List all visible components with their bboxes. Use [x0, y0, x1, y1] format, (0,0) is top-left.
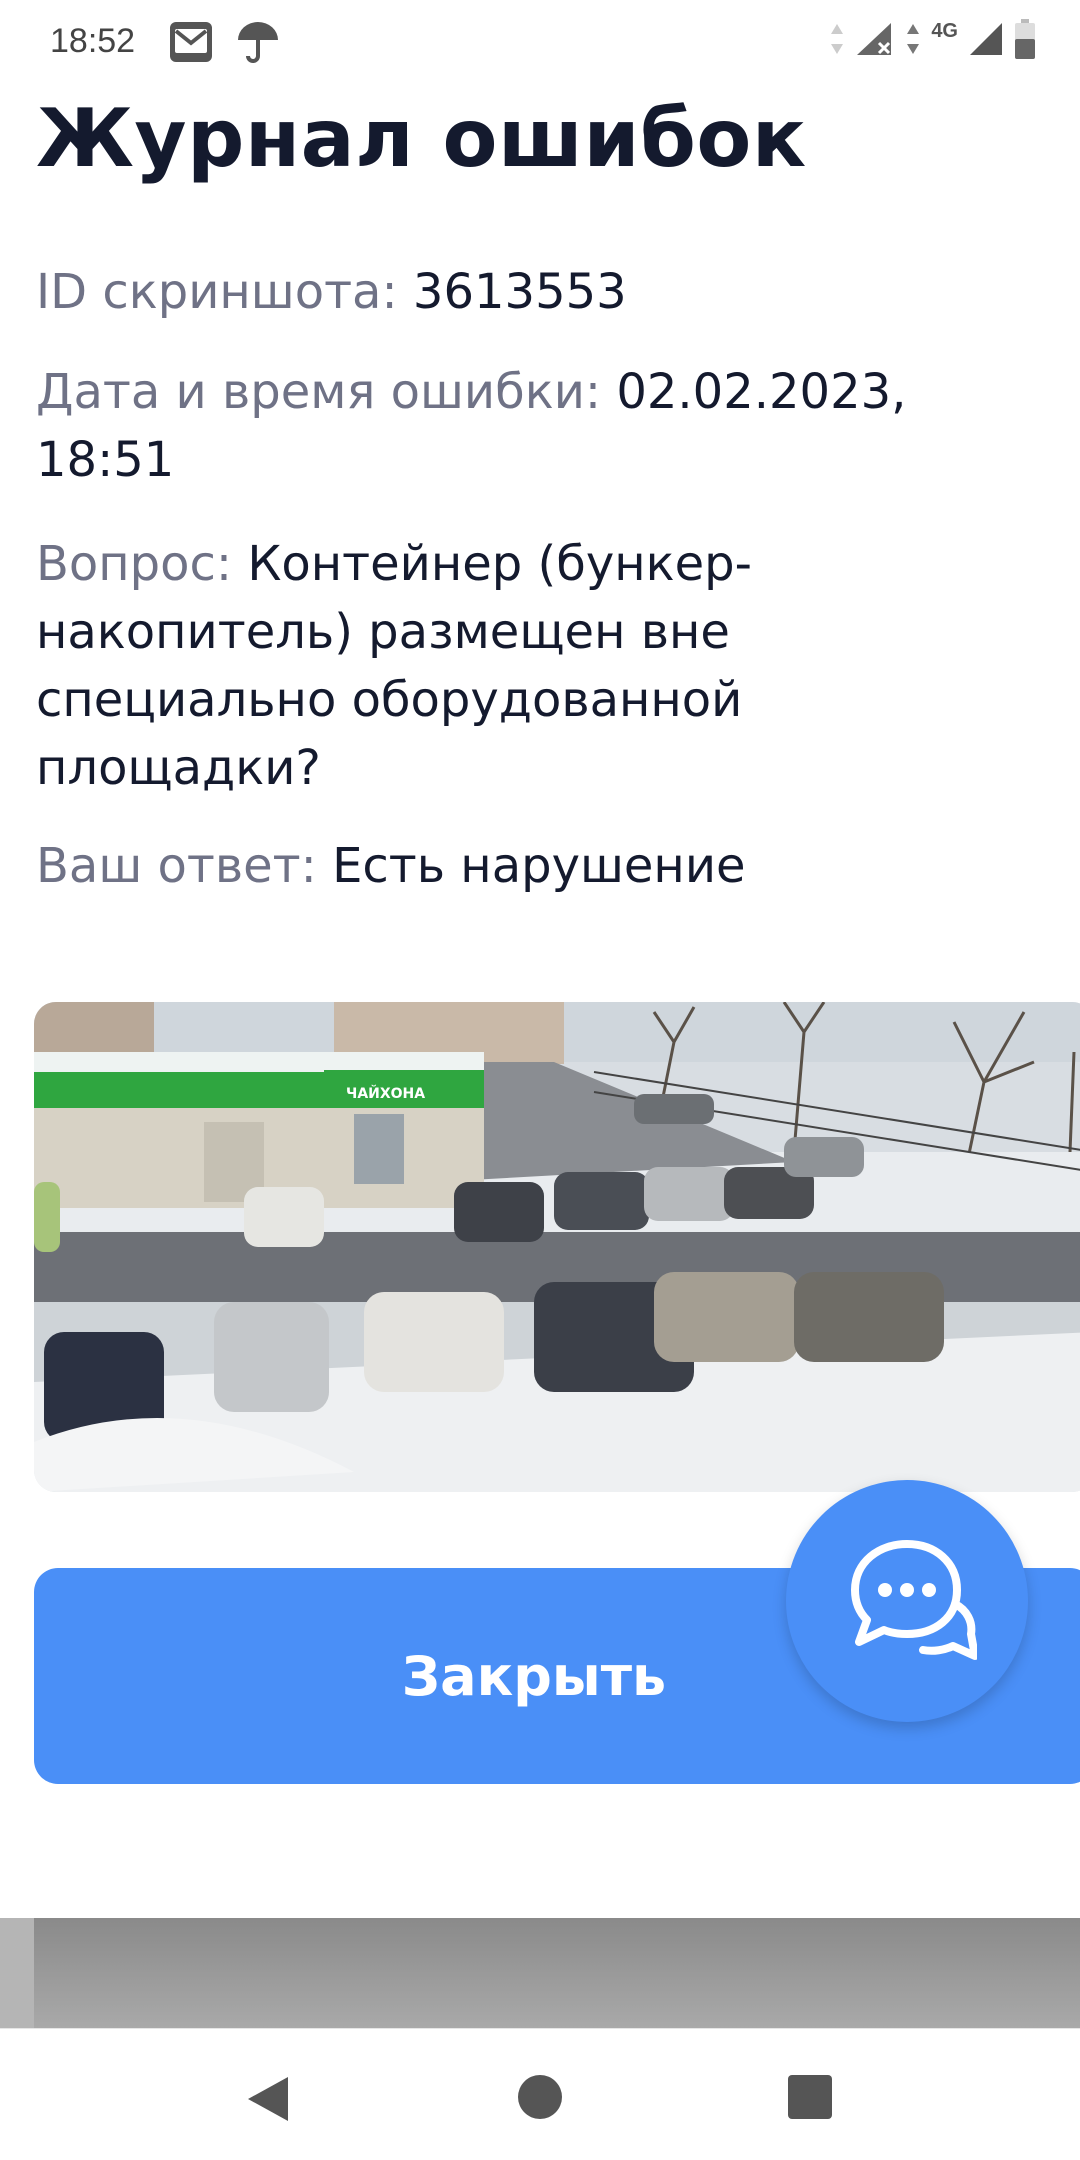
navigation-bar: [0, 2028, 1080, 2160]
answer-value: Есть нарушение: [332, 838, 746, 894]
error-date-label: Дата и время ошибки:: [36, 364, 602, 420]
battery-icon: [1014, 19, 1036, 63]
screenshot-id-row: ID скриншота: 3613553: [36, 258, 1036, 326]
answer-row: Ваш ответ: Есть нарушение: [36, 832, 1036, 900]
umbrella-icon: [236, 18, 280, 64]
close-button-label: Закрыть: [401, 1644, 667, 1708]
status-indicators: 4G: [829, 18, 1036, 64]
question-label: Вопрос:: [36, 536, 233, 592]
screenshot-id-label: ID скриншота:: [36, 264, 398, 320]
recents-icon[interactable]: [786, 2073, 834, 2125]
question-row: Вопрос: Контейнер (бункер-накопитель) ра…: [36, 530, 1036, 802]
signal-no-data-icon: [855, 21, 895, 61]
mail-icon: [168, 20, 214, 64]
shop-sign: ЧАЙХОНА: [346, 1085, 425, 1102]
screenshot-id-value: 3613553: [412, 264, 627, 320]
data-arrows-icon: [905, 22, 921, 60]
screenshot-photo[interactable]: ЧАЙХОНА: [34, 1002, 1080, 1492]
page-title: Журнал ошибок: [36, 92, 807, 185]
chat-button[interactable]: [786, 1480, 1028, 1722]
back-icon[interactable]: [244, 2073, 292, 2129]
status-time: 18:52: [50, 22, 136, 60]
data-arrows-icon: [829, 22, 845, 60]
overlay-edge: [0, 1918, 34, 2028]
answer-label: Ваш ответ:: [36, 838, 317, 894]
chat-bubbles-icon: [837, 1534, 979, 1668]
error-date-row: Дата и время ошибки: 02.02.2023, 18:51: [36, 358, 1036, 494]
bottom-overlay: [0, 1918, 1080, 2028]
signal-icon: [968, 21, 1004, 61]
status-bar: 18:52 4G: [0, 0, 1080, 84]
home-icon[interactable]: [516, 2073, 564, 2125]
network-type: 4G: [931, 19, 958, 42]
